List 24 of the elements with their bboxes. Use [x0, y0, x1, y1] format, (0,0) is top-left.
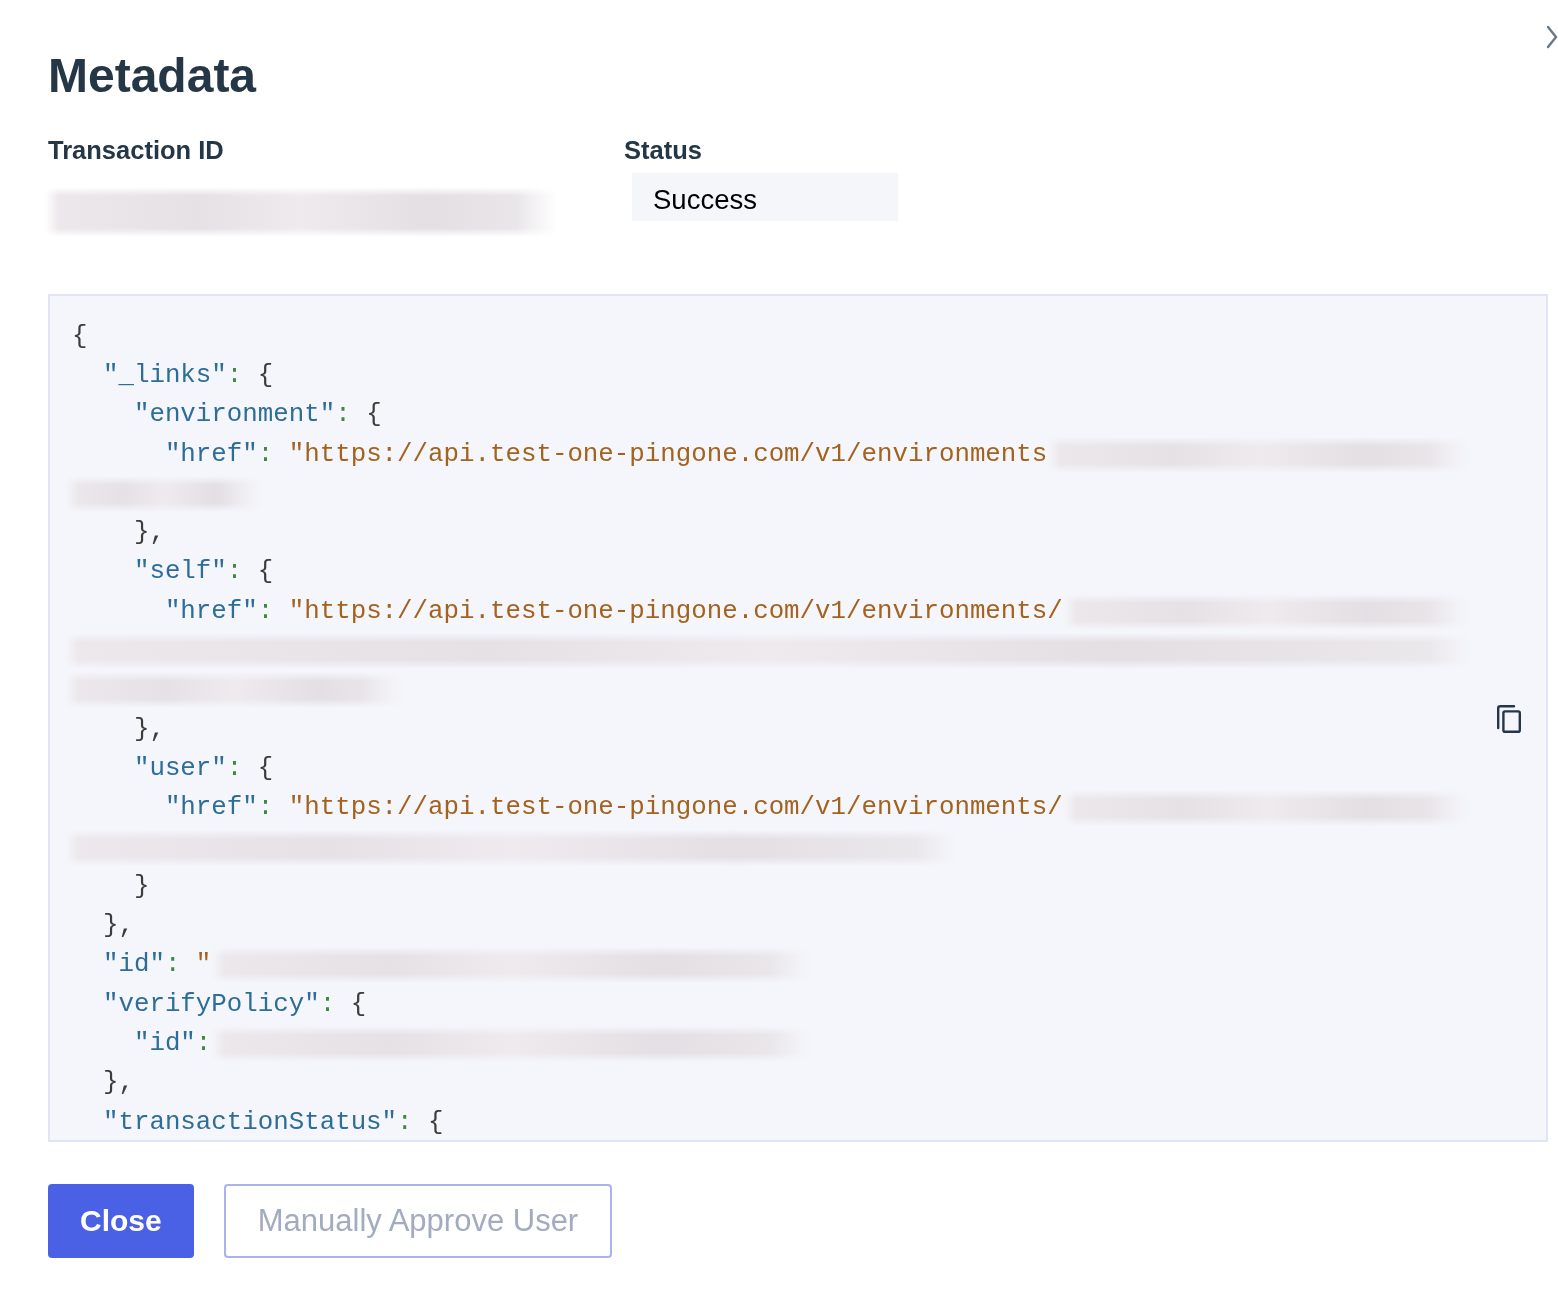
- code-line: },: [133, 517, 165, 550]
- panel-title: Metadata: [48, 48, 257, 104]
- close-button[interactable]: Close: [48, 1184, 194, 1258]
- code-line: "_links": {: [102, 359, 274, 392]
- code-line: "transactionStatus": {: [102, 1106, 444, 1139]
- code-line: "id":: [133, 1028, 212, 1060]
- code-line: "href": "https://api.test-one-pingone.com/v1/environments/: [164, 595, 1063, 628]
- field-label: Transaction ID: [48, 135, 224, 165]
- code-line: {: [72, 320, 88, 353]
- code-line: "user": {: [133, 752, 274, 785]
- copy-icon[interactable]: [1496, 704, 1522, 734]
- code-line: "self": {: [133, 556, 274, 589]
- field-label: Status: [624, 135, 702, 165]
- code-line: }: [133, 870, 150, 903]
- code-line: },: [102, 910, 134, 943]
- field-value: Success: [632, 173, 898, 221]
- code-line: "href": "https://api.test-one-pingone.com/v1/environments/: [164, 792, 1063, 825]
- code-line: },: [102, 1067, 134, 1100]
- code-line: },: [133, 713, 165, 746]
- chevron-right-icon[interactable]: [1546, 25, 1558, 49]
- code-line: "id": ": [102, 949, 212, 982]
- code-line: "environment": {: [133, 399, 382, 432]
- code-line: "verifyPolicy": {: [102, 988, 367, 1021]
- code-line: "href": "https://api.test-one-pingone.com/v1/environments: [164, 438, 1048, 471]
